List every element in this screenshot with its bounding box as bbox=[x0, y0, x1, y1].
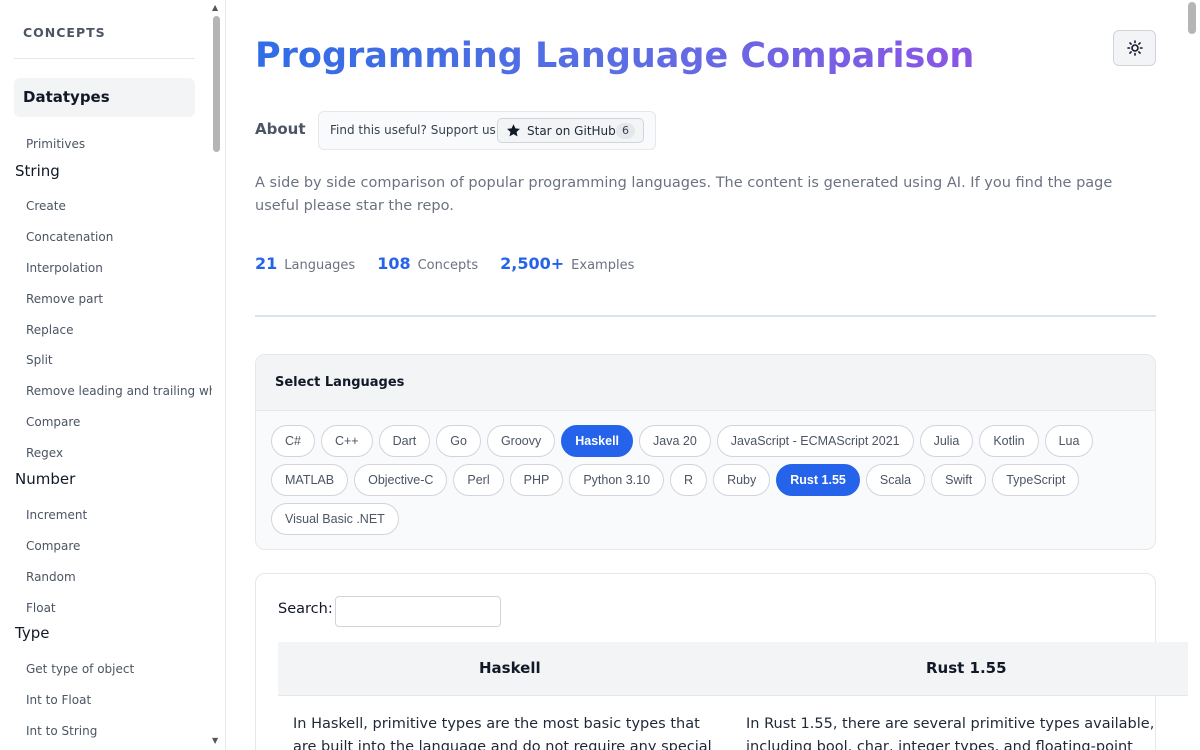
sidebar-item-string-remove-part[interactable]: Remove part bbox=[26, 292, 212, 306]
language-chip-objective-c[interactable]: Objective-C bbox=[354, 464, 448, 496]
sidebar-divider bbox=[14, 58, 195, 59]
language-chip-typescript[interactable]: TypeScript bbox=[992, 464, 1080, 496]
language-chip-javascript-ecmascript-2021[interactable]: JavaScript - ECMAScript 2021 bbox=[716, 425, 914, 457]
language-chip-python-3-10[interactable]: Python 3.10 bbox=[569, 464, 665, 496]
sidebar-scrollbar-thumb[interactable] bbox=[213, 16, 220, 152]
sidebar-item-string-interpolation[interactable]: Interpolation bbox=[26, 261, 212, 275]
sidebar-item-number-compare[interactable]: Compare bbox=[26, 539, 212, 553]
theme-toggle-button[interactable] bbox=[1113, 30, 1156, 66]
stat-value: 21 bbox=[255, 254, 278, 273]
stat-value: 108 bbox=[377, 254, 411, 273]
column-header-rust[interactable]: Rust 1.55 bbox=[926, 659, 1007, 677]
stat-concepts: 108 Concepts bbox=[377, 254, 478, 273]
about-label: About bbox=[255, 120, 306, 138]
sidebar-item-string-create[interactable]: Create bbox=[26, 199, 212, 213]
page-description: A side by side comparison of popular pro… bbox=[255, 175, 1113, 214]
star-icon bbox=[507, 124, 520, 137]
table-cell-haskell: In Haskell, primitive types are the most… bbox=[293, 716, 712, 750]
stats-row: 21 Languages 108 Concepts 2,500+ Examples bbox=[255, 254, 634, 273]
language-selector-card: Select Languages C# C++ Dart Go Groovy Haskel… bbox=[255, 354, 1156, 550]
section-divider bbox=[255, 315, 1156, 317]
sidebar-group-string[interactable]: String bbox=[15, 162, 60, 180]
language-chip-swift[interactable]: Swift bbox=[931, 464, 987, 496]
column-header-haskell[interactable]: Haskell bbox=[479, 659, 541, 677]
support-text: Find this useful? Support us: bbox=[330, 123, 500, 137]
sidebar-item-string-trim[interactable]: Remove leading and trailing whitespace bbox=[26, 384, 212, 398]
language-chip-java-20[interactable]: Java 20 bbox=[639, 425, 711, 457]
language-chip-matlab[interactable]: MATLAB bbox=[271, 464, 349, 496]
stat-label: Concepts bbox=[417, 258, 479, 273]
language-selector-title: Select Languages bbox=[256, 355, 1155, 411]
language-chip-c[interactable]: C# bbox=[271, 425, 315, 457]
language-chip-r[interactable]: R bbox=[670, 464, 708, 496]
language-chip-scala[interactable]: Scala bbox=[865, 464, 926, 496]
stat-value: 2,500+ bbox=[500, 254, 565, 273]
sidebar-item-string-replace[interactable]: Replace bbox=[26, 323, 212, 337]
language-chip-julia[interactable]: Julia bbox=[919, 425, 974, 457]
language-chip-dart[interactable]: Dart bbox=[378, 425, 431, 457]
language-chip-perl[interactable]: Perl bbox=[453, 464, 504, 496]
language-chip-haskell[interactable]: Haskell bbox=[561, 425, 634, 457]
comparison-table-header: Haskell Rust 1.55 bbox=[278, 642, 1188, 696]
sidebar-item-string-concatenation[interactable]: Concatenation bbox=[26, 230, 212, 244]
stat-languages: 21 Languages bbox=[255, 254, 355, 273]
sun-icon bbox=[1126, 40, 1143, 56]
sidebar-item-number-random[interactable]: Random bbox=[26, 570, 212, 584]
language-chip-lua[interactable]: Lua bbox=[1044, 425, 1094, 457]
support-box: Find this useful? Support us: Star on Gi… bbox=[318, 111, 656, 150]
stat-label: Examples bbox=[571, 258, 635, 273]
sidebar-item-primitives[interactable]: Primitives bbox=[26, 137, 212, 151]
sidebar-item-type-int-to-string[interactable]: Int to String bbox=[26, 724, 212, 738]
language-chip-visual-basic-net[interactable]: Visual Basic .NET bbox=[271, 503, 399, 535]
language-chip-list: C# C++ Dart Go Groovy Haskell Java 20 JavaScrip… bbox=[271, 425, 1141, 535]
star-on-github-label: Star on GitHub bbox=[527, 124, 616, 138]
table-cell-rust: In Rust 1.55, there are several primitiv… bbox=[746, 716, 1155, 750]
language-chip-ruby[interactable]: Ruby bbox=[713, 464, 771, 496]
sidebar-item-string-compare[interactable]: Compare bbox=[26, 415, 212, 429]
sidebar-group-type[interactable]: Type bbox=[15, 624, 49, 642]
sidebar-section-datatypes[interactable]: Datatypes bbox=[14, 78, 195, 117]
sidebar-scroll-up-arrow[interactable]: ▲ bbox=[212, 3, 218, 12]
sidebar-item-number-increment[interactable]: Increment bbox=[26, 508, 212, 522]
stat-examples: 2,500+ Examples bbox=[500, 254, 634, 273]
sidebar-item-string-split[interactable]: Split bbox=[26, 353, 212, 367]
sidebar-item-type-int-to-float[interactable]: Int to Float bbox=[26, 693, 212, 707]
sidebar-item-string-regex[interactable]: Regex bbox=[26, 446, 212, 460]
sidebar: CONCEPTS Datatypes Primitives String Cre… bbox=[0, 0, 226, 750]
language-chip-go[interactable]: Go bbox=[436, 425, 481, 457]
github-star-count-badge: 6 bbox=[616, 123, 635, 139]
search-input[interactable] bbox=[335, 596, 501, 627]
language-chip-c[interactable]: C++ bbox=[320, 425, 373, 457]
language-chip-php[interactable]: PHP bbox=[509, 464, 564, 496]
page-title: Programming Language Comparison bbox=[255, 36, 975, 76]
sidebar-item-number-float[interactable]: Float bbox=[26, 601, 212, 615]
page-scrollbar-thumb[interactable] bbox=[1188, 2, 1196, 34]
search-label: Search: bbox=[278, 601, 333, 617]
sidebar-group-number[interactable]: Number bbox=[15, 470, 75, 488]
sidebar-heading: CONCEPTS bbox=[23, 25, 106, 40]
language-chip-rust-1-55[interactable]: Rust 1.55 bbox=[776, 464, 860, 496]
sidebar-item-type-get-type[interactable]: Get type of object bbox=[26, 662, 212, 676]
language-chip-groovy[interactable]: Groovy bbox=[486, 425, 556, 457]
sidebar-scroll-down-arrow[interactable]: ▼ bbox=[212, 736, 218, 745]
stat-label: Languages bbox=[284, 258, 356, 273]
language-chip-kotlin[interactable]: Kotlin bbox=[979, 425, 1039, 457]
star-on-github-button[interactable]: Star on GitHub 6 bbox=[497, 118, 644, 143]
